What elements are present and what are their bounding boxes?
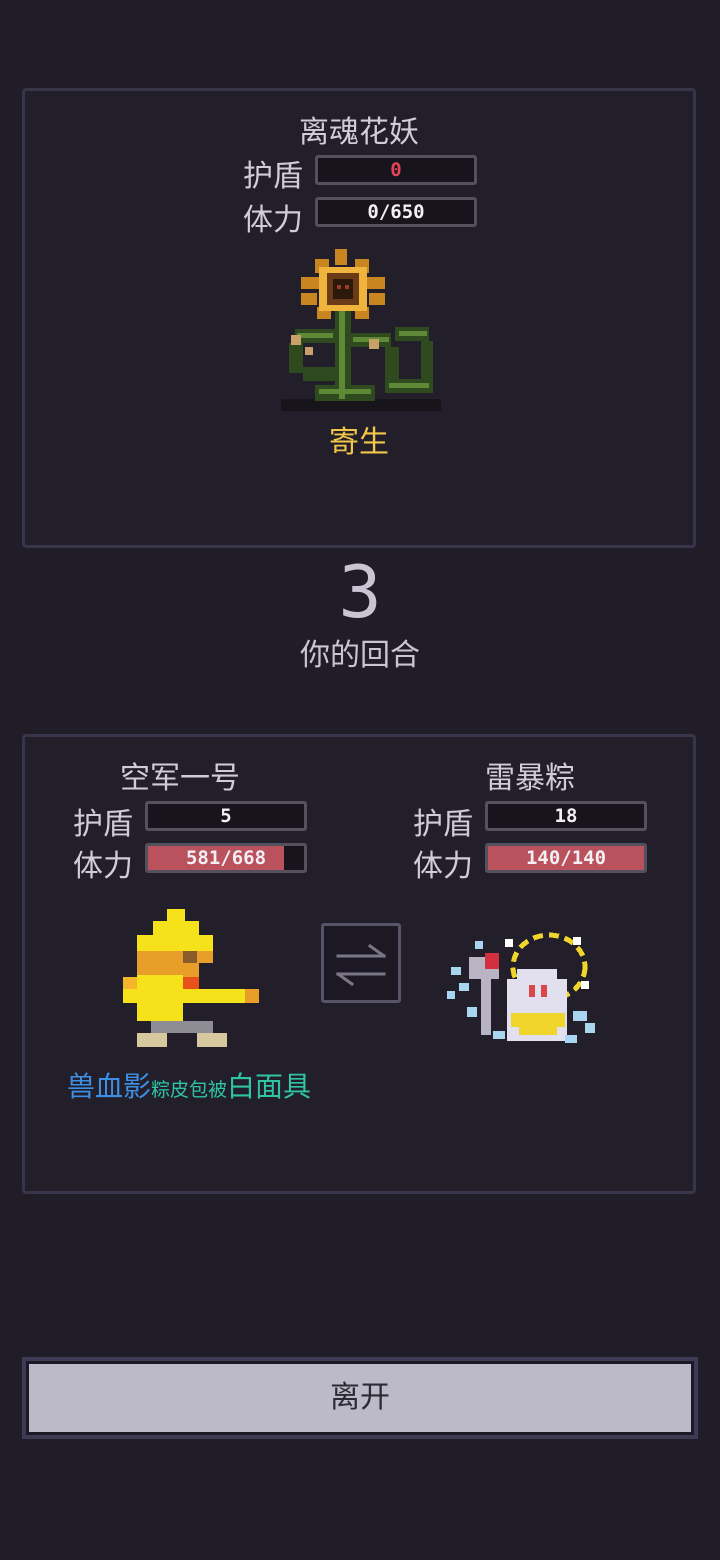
buff-beast-blood-shadow: 兽血影 bbox=[67, 1070, 152, 1103]
enemy-name: 离魂花妖 bbox=[299, 115, 419, 150]
enemy-status-effect: 寄生 bbox=[329, 425, 389, 460]
right-member-name: 雷暴粽 bbox=[485, 761, 575, 796]
enemy-hp-bar: 0/650 bbox=[315, 197, 477, 227]
swap-button[interactable] bbox=[321, 923, 401, 1003]
enemy-shield-bar: 0 bbox=[315, 155, 477, 185]
enemy-panel: 离魂花妖 护盾 0 体力 0/650 寄生 bbox=[22, 88, 696, 548]
enemy-hp-value: 0/650 bbox=[367, 201, 425, 223]
right-shield-bar: 18 bbox=[485, 801, 647, 831]
left-shield-label: 护盾 bbox=[73, 807, 133, 842]
left-hp-bar: 581/668 bbox=[145, 843, 307, 873]
enemy-shield-value: 0 bbox=[390, 159, 402, 181]
buff-list: 兽血影粽皮包被白面具 bbox=[67, 1065, 311, 1105]
right-hp-label: 体力 bbox=[413, 849, 473, 884]
turn-number: 3 bbox=[338, 550, 382, 634]
buff-zongzi-wrap: 粽皮包被 bbox=[151, 1079, 228, 1101]
right-hp-bar: 140/140 bbox=[485, 843, 647, 873]
leave-button[interactable]: 离开 bbox=[22, 1357, 698, 1439]
left-hp-label: 体力 bbox=[73, 849, 133, 884]
left-member-name: 空军一号 bbox=[120, 761, 240, 796]
left-hp-value: 581/668 bbox=[185, 847, 267, 869]
left-shield-bar: 5 bbox=[145, 801, 307, 831]
buff-white-mask: 白面具 bbox=[227, 1070, 312, 1103]
enemy-shield-label: 护盾 bbox=[243, 159, 303, 194]
right-shield-value: 18 bbox=[554, 805, 578, 827]
lightning-zongzi-pet-sprite[interactable] bbox=[445, 927, 605, 1051]
turn-label: 你的回合 bbox=[300, 638, 420, 673]
enemy-hp-label: 体力 bbox=[243, 203, 303, 238]
right-hp-value: 140/140 bbox=[525, 847, 607, 869]
yellow-duck-character-sprite[interactable] bbox=[123, 909, 263, 1049]
right-shield-label: 护盾 bbox=[413, 807, 473, 842]
sunflower-monster-sprite[interactable] bbox=[275, 249, 445, 415]
swap-arrows-icon bbox=[335, 943, 387, 987]
left-shield-value: 5 bbox=[220, 805, 232, 827]
party-panel: 空军一号 护盾 5 体力 581/668 雷暴粽 护盾 18 体力 140/14… bbox=[22, 734, 696, 1194]
